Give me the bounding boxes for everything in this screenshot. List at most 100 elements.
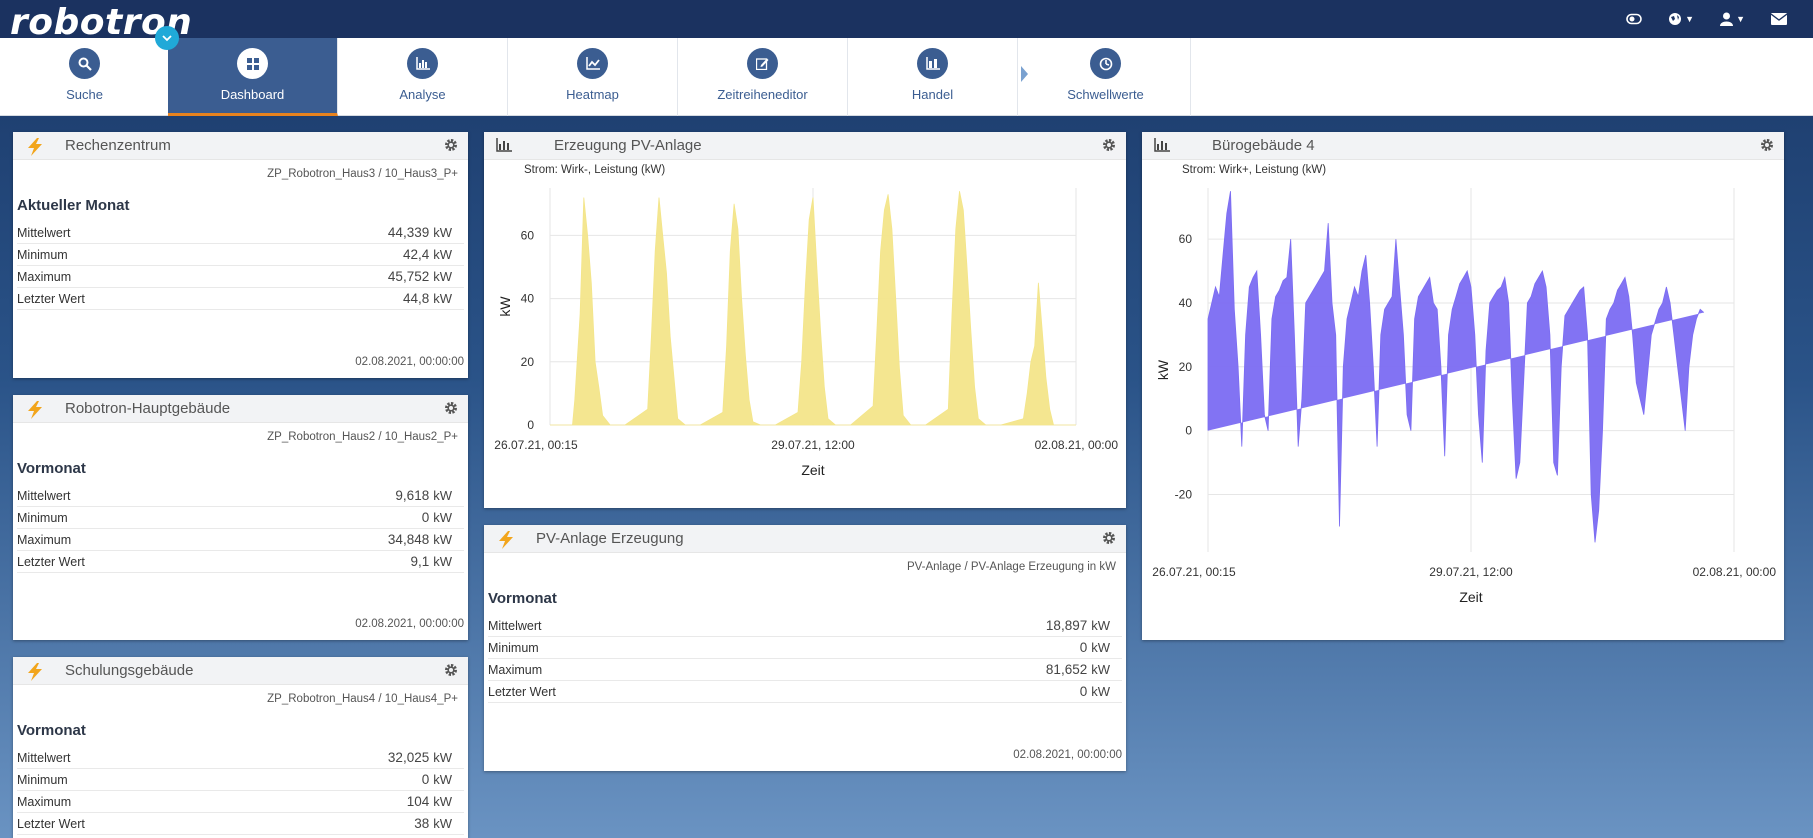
nav-item-analyse[interactable]: Analyse [338, 38, 508, 116]
x-tick-label: 26.07.21, 00:15 [494, 438, 578, 452]
top-icons: ▼ ▼ [1626, 0, 1813, 38]
gear-icon[interactable] [444, 138, 458, 152]
chevron-down-icon: ▼ [1736, 14, 1745, 24]
nav-label: Heatmap [566, 87, 619, 102]
y-axis-label: kW [497, 296, 513, 317]
kpi-row: Mittelwert 18,897 kW [488, 615, 1122, 637]
gear-icon[interactable] [1102, 531, 1116, 545]
y-tick-label: 60 [521, 228, 535, 242]
y-tick-label: 0 [527, 418, 534, 432]
nav-item-dashboard[interactable]: Dashboard [168, 38, 338, 116]
toggle-icon [1626, 13, 1642, 25]
y-tick-label: 60 [1179, 232, 1193, 246]
toggle-view-button[interactable] [1626, 13, 1642, 25]
main-navigation: Suche Dashboard Analyse Heatmap Zeitreih… [0, 38, 1813, 116]
chart-buero-svg: -20 0 20 40 60 26.07.21, 00:15 29.07.21, 12:00… [1152, 188, 1777, 605]
widget-period: Aktueller Monat [17, 197, 130, 214]
globe-icon [1669, 13, 1682, 25]
nav-label: Handel [911, 87, 954, 102]
x-tick-label: 29.07.21, 12:00 [771, 438, 855, 452]
lightning-icon [28, 401, 42, 419]
kpi-rows: Mittelwert 9,618 kW Minimum 0 kW Maximum 34,8… [13, 485, 468, 573]
nav-item-suche[interactable]: Suche [0, 38, 170, 116]
analysis-chart-icon [415, 57, 430, 70]
kpi-row: Letzter Wert 9,1 kW [17, 551, 464, 573]
gear-icon[interactable] [444, 663, 458, 677]
envelope-icon [1771, 13, 1787, 25]
kpi-row: Maximum 45,752 kW [17, 266, 464, 288]
x-tick-label: 26.07.21, 00:15 [1152, 565, 1236, 579]
chevron-down-icon [162, 34, 172, 41]
top-bar: robotron® ▼ ▼ [0, 0, 1813, 42]
nav-label: Dashboard [220, 87, 285, 102]
lightning-icon [28, 663, 42, 681]
chevron-down-icon: ▼ [1685, 14, 1695, 24]
widget-source: PV-Anlage / PV-Anlage Erzeugung in kW [906, 561, 1116, 573]
widget-period: Vormonat [17, 722, 86, 739]
y-axis-label: kW [1155, 359, 1171, 380]
widget-title: Robotron-Hauptgebäude [65, 400, 231, 417]
kpi-widget-rechenzentrum: Rechenzentrum ZP_Robotron_Haus3 / 10_Hau… [13, 132, 468, 378]
y-tick-label: 20 [521, 355, 535, 369]
kpi-row: Mittelwert 44,339 kW [17, 222, 464, 244]
lightning-icon [28, 138, 42, 156]
gear-icon[interactable] [444, 401, 458, 415]
y-tick-label: 20 [1179, 360, 1193, 374]
nav-scroll-arrow[interactable] [1021, 66, 1028, 82]
y-tick-label: 40 [521, 292, 535, 306]
kpi-row: Minimum 42,4 kW [17, 244, 464, 266]
widget-title: PV-Anlage Erzeugung [536, 530, 684, 547]
kpi-row: Minimum 0 kW [17, 507, 464, 529]
widget-header: PV-Anlage Erzeugung [484, 525, 1126, 553]
kpi-row: Minimum 0 kW [488, 637, 1122, 659]
y-tick-label: 40 [1179, 296, 1193, 310]
threshold-icon [1099, 57, 1112, 70]
widget-period: Vormonat [17, 460, 86, 477]
nav-collapse-toggle[interactable] [155, 26, 179, 50]
x-axis-label: Zeit [1459, 589, 1482, 605]
widget-source: ZP_Robotron_Haus3 / 10_Haus3_P+ [267, 168, 458, 180]
messages-button[interactable] [1771, 13, 1787, 25]
widget-timestamp: 02.08.2021, 00:00:00 [1013, 749, 1122, 761]
nav-label: Zeitreiheneditor [717, 87, 808, 102]
user-menu-button[interactable]: ▼ [1720, 12, 1745, 26]
kpi-rows: Mittelwert 32,025 kW Minimum 0 kW Maximum 104… [13, 747, 468, 835]
kpi-rows: Mittelwert 18,897 kW Minimum 0 kW Maximum 81,… [484, 615, 1126, 703]
nav-label: Analyse [399, 87, 446, 102]
kpi-row: Maximum 34,848 kW [17, 529, 464, 551]
dashboard-icon [246, 57, 259, 70]
nav-label: Suche [66, 87, 103, 102]
kpi-row: Letzter Wert 0 kW [488, 681, 1122, 703]
nav-label: Schwellwerte [1067, 87, 1144, 102]
widget-source: ZP_Robotron_Haus2 / 10_Haus2_P+ [267, 431, 458, 443]
kpi-row: Maximum 81,652 kW [488, 659, 1122, 681]
kpi-row: Letzter Wert 38 kW [17, 813, 464, 835]
chart-widget-buero: Bürogebäude 4 Strom: Wirk+, Leistung (kW… [1142, 132, 1784, 640]
search-icon [78, 57, 92, 71]
nav-item-handel[interactable]: Handel [848, 38, 1018, 116]
area-series [550, 191, 1076, 426]
widget-source: ZP_Robotron_Haus4 / 10_Haus4_P+ [267, 693, 458, 705]
chart-pv-svg: 0 20 40 60 26.07.21, 00:15 29.07.21, 12:00 02.… [494, 188, 1119, 478]
language-button[interactable]: ▼ [1668, 12, 1694, 26]
widget-timestamp: 02.08.2021, 00:00:00 [355, 356, 464, 368]
widget-header: Rechenzentrum [13, 132, 468, 160]
widget-header: Schulungsgebäude [13, 657, 468, 685]
widget-title: Rechenzentrum [65, 137, 171, 154]
widget-timestamp: 02.08.2021, 00:00:00 [355, 618, 464, 630]
kpi-row: Mittelwert 32,025 kW [17, 747, 464, 769]
edit-icon [756, 58, 769, 70]
kpi-widget-schulungsgebaeude: Schulungsgebäude ZP_Robotron_Haus4 / 10_… [13, 657, 468, 838]
nav-item-zeitreiheneditor[interactable]: Zeitreiheneditor [678, 38, 848, 116]
kpi-row: Mittelwert 9,618 kW [17, 485, 464, 507]
x-tick-label: 02.08.21, 00:00 [1035, 438, 1119, 452]
y-tick-label: 0 [1185, 424, 1192, 438]
nav-item-heatmap[interactable]: Heatmap [508, 38, 678, 116]
lightning-icon [499, 531, 513, 549]
chart-widget-pv: Erzeugung PV-Anlage Strom: Wirk-, Leistu… [484, 132, 1126, 508]
widget-header: Robotron-Hauptgebäude [13, 395, 468, 423]
nav-item-schwellwerte[interactable]: Schwellwerte [1021, 38, 1191, 116]
x-tick-label: 02.08.21, 00:00 [1693, 565, 1777, 579]
user-icon [1720, 12, 1734, 26]
y-tick-label: -20 [1175, 488, 1193, 502]
